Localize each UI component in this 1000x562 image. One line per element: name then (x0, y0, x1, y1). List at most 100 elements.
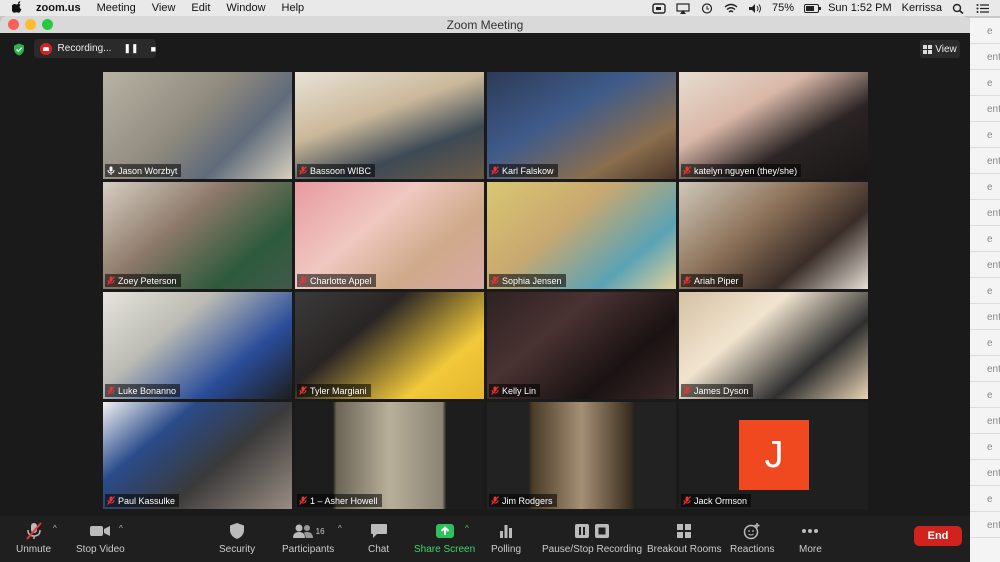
chat-button[interactable]: Chat (368, 521, 389, 555)
participant-tile[interactable]: James Dyson (679, 292, 868, 399)
security-label: Security (219, 544, 256, 555)
window-titlebar[interactable]: Zoom Meeting (0, 16, 970, 33)
muted-microphone-icon (683, 496, 691, 505)
pause-recording-button[interactable]: ❚❚ (123, 43, 138, 54)
participant-tile[interactable]: katelyn nguyen (they/she) (679, 72, 868, 179)
stop-video-button[interactable]: Stop Video (76, 521, 125, 555)
background-list-row: e (965, 382, 1000, 408)
participant-tile[interactable]: Bassoon WIBC (295, 72, 484, 179)
volume-icon[interactable] (748, 3, 762, 14)
muted-microphone-icon (491, 496, 499, 505)
menu-window[interactable]: Window (226, 2, 265, 14)
muted-microphone-icon (683, 166, 691, 175)
menu-meeting[interactable]: Meeting (97, 2, 136, 14)
zoom-status-icon[interactable] (652, 2, 666, 14)
avatar: J (739, 420, 809, 490)
breakout-rooms-icon (676, 521, 692, 541)
participant-name: Bassoon WIBC (310, 165, 372, 176)
participant-name: James Dyson (694, 385, 749, 396)
participant-name-tag: Ariah Piper (681, 274, 743, 287)
more-dots-icon (801, 521, 819, 541)
wifi-icon[interactable] (724, 3, 738, 14)
participant-tile[interactable]: Tyler Margiani (295, 292, 484, 399)
participant-name: Jason Worzbyt (118, 165, 178, 176)
muted-microphone-icon (299, 276, 307, 285)
participant-name: Charlotte Appel (310, 275, 372, 286)
participant-video (295, 292, 484, 399)
participant-tile[interactable]: Sophia Jensen (487, 182, 676, 289)
background-list-row: e (965, 226, 1000, 252)
participant-tile[interactable]: J Jack Ormson (679, 402, 868, 509)
participant-name-tag: 1 – Asher Howell (297, 494, 382, 507)
time-machine-icon[interactable] (700, 2, 714, 14)
pause-stop-recording-label: Pause/Stop Recording (542, 544, 643, 555)
participant-video (487, 72, 676, 179)
participant-tile[interactable]: Jim Rodgers (487, 402, 676, 509)
view-button[interactable]: View (920, 40, 960, 58)
more-label: More (799, 544, 822, 555)
recording-indicator: Recording... ❚❚ ■ (34, 39, 156, 58)
user-name[interactable]: Kerrissa (902, 2, 942, 14)
participant-tile[interactable]: Kelly Lin (487, 292, 676, 399)
participant-tile[interactable]: Ariah Piper (679, 182, 868, 289)
reactions-label: Reactions (730, 544, 775, 555)
participant-tile[interactable]: 1 – Asher Howell (295, 402, 484, 509)
participant-name-tag: Sophia Jensen (489, 274, 566, 287)
participant-tile[interactable]: Charlotte Appel (295, 182, 484, 289)
video-camera-icon (89, 521, 111, 541)
unmute-button[interactable]: Unmute (16, 521, 51, 555)
participant-name: Karl Falskow (502, 165, 554, 176)
menu-view[interactable]: View (152, 2, 176, 14)
reactions-button[interactable]: Reactions (730, 521, 774, 555)
participant-name-tag: Luke Bonanno (105, 384, 181, 397)
stop-video-label: Stop Video (76, 544, 125, 555)
participant-tile[interactable]: Zoey Peterson (103, 182, 292, 289)
airplay-icon[interactable] (676, 2, 690, 14)
share-options-caret[interactable]: ^ (465, 524, 469, 533)
battery-percent: 75% (772, 2, 795, 14)
participant-tile[interactable]: Paul Kassulke (103, 402, 292, 509)
notification-center-icon[interactable] (976, 3, 990, 14)
background-list-row: ent (965, 408, 1000, 434)
participant-name-tag: Zoey Peterson (105, 274, 181, 287)
participants-icon: 16 (292, 521, 325, 541)
participants-options-caret[interactable]: ^ (338, 524, 342, 533)
apple-menu-icon[interactable] (11, 0, 26, 16)
participant-video (487, 292, 676, 399)
background-list-row: ent (965, 252, 1000, 278)
muted-microphone-icon (299, 166, 307, 175)
menu-app-name[interactable]: zoom.us (36, 2, 81, 14)
battery-icon[interactable] (804, 3, 822, 14)
end-meeting-button[interactable]: End (914, 526, 962, 546)
participant-tile[interactable]: Jason Worzbyt (103, 72, 292, 179)
security-button[interactable]: Security (219, 521, 255, 555)
video-options-caret[interactable]: ^ (119, 524, 123, 533)
participant-name: Tyler Margiani (310, 385, 367, 396)
background-list-row: e (965, 18, 1000, 44)
muted-microphone-icon (491, 386, 499, 395)
polling-button[interactable]: Polling (491, 521, 521, 555)
clock[interactable]: Sun 1:52 PM (828, 2, 892, 14)
participant-name-tag: Kelly Lin (489, 384, 541, 397)
muted-microphone-icon (491, 276, 499, 285)
stop-recording-button[interactable]: ■ (151, 44, 156, 54)
menu-edit[interactable]: Edit (191, 2, 210, 14)
pause-stop-recording-button[interactable]: Pause/Stop Recording (542, 521, 642, 555)
participant-name-tag: katelyn nguyen (they/she) (681, 164, 802, 177)
zoom-meeting-window: Zoom Meeting Recording... ❚❚ ■ View Jaso… (0, 16, 970, 562)
background-list-row: ent (965, 356, 1000, 382)
background-list-row: ent (965, 148, 1000, 174)
background-list-row: ent (965, 200, 1000, 226)
menu-help[interactable]: Help (282, 2, 305, 14)
participant-tile[interactable]: Luke Bonanno (103, 292, 292, 399)
breakout-rooms-button[interactable]: Breakout Rooms (647, 521, 721, 555)
participant-tile[interactable]: Karl Falskow (487, 72, 676, 179)
participants-button[interactable]: 16 Participants (282, 521, 334, 555)
audio-options-caret[interactable]: ^ (53, 524, 57, 533)
encryption-shield-icon[interactable] (13, 43, 25, 56)
more-button[interactable]: More (799, 521, 822, 555)
spotlight-icon[interactable] (952, 3, 966, 14)
participant-name: 1 – Asher Howell (310, 495, 378, 506)
background-list-row: ent (965, 512, 1000, 538)
participant-name-tag: Bassoon WIBC (297, 164, 376, 177)
